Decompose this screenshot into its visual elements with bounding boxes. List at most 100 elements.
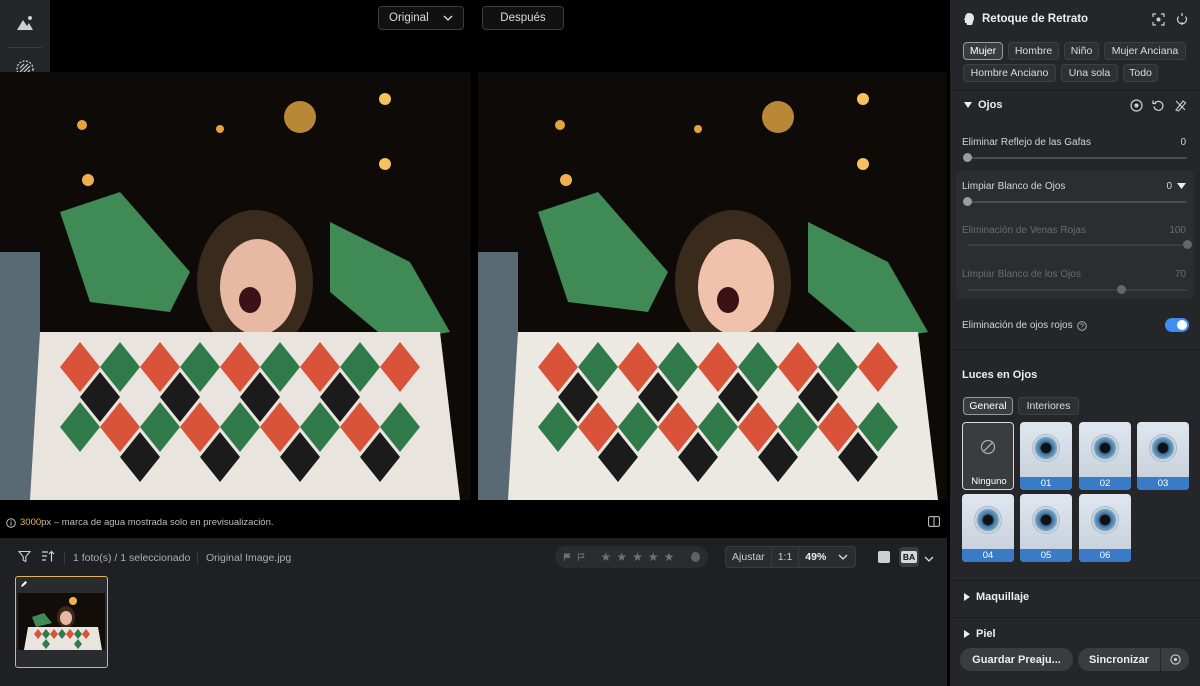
tab-interiores[interactable]: Interiores bbox=[1018, 397, 1079, 415]
eyes-section-header[interactable]: Ojos bbox=[964, 99, 1002, 111]
eye-icon bbox=[1091, 434, 1119, 462]
preset-mujer-anciana[interactable]: Mujer Anciana bbox=[1104, 42, 1186, 60]
ba-label: BA bbox=[900, 551, 918, 563]
makeup-section-title: Maquillaje bbox=[976, 591, 1030, 603]
slider-label: Limpiar Blanco de los Ojos bbox=[962, 269, 1081, 280]
catchlight-04[interactable]: 04 bbox=[962, 494, 1014, 562]
visibility-icon[interactable] bbox=[1130, 99, 1143, 112]
caret-right-icon bbox=[964, 630, 970, 638]
catchlight-06[interactable]: 06 bbox=[1079, 494, 1131, 562]
caret-down-icon[interactable] bbox=[1177, 183, 1186, 189]
after-button[interactable]: Después bbox=[482, 6, 564, 30]
retouch-panel: Retoque de Retrato Mujer Hombre Niño Muj… bbox=[950, 0, 1200, 686]
star-4[interactable]: ★ bbox=[648, 550, 659, 564]
preset-todo[interactable]: Todo bbox=[1123, 64, 1158, 82]
file-name: Original Image.jpg bbox=[206, 552, 292, 564]
reset-panel-icon[interactable] bbox=[1176, 12, 1188, 26]
photo-thumbnail[interactable] bbox=[15, 576, 108, 668]
zoom-controls: Ajustar 1:1 49% bbox=[725, 546, 856, 568]
fit-button[interactable]: Ajustar bbox=[726, 551, 771, 563]
preset-mujer[interactable]: Mujer bbox=[963, 42, 1003, 60]
star-3[interactable]: ★ bbox=[632, 550, 643, 564]
face-detect-icon[interactable] bbox=[1152, 13, 1165, 26]
catchlight-01[interactable]: 01 bbox=[1020, 422, 1072, 490]
slider-label: Eliminación de Venas Rojas bbox=[962, 225, 1086, 236]
slider-value: 100 bbox=[1169, 225, 1186, 236]
retouched-photo[interactable] bbox=[478, 72, 947, 500]
single-view-icon[interactable] bbox=[878, 551, 890, 563]
slider-label: Limpiar Blanco de Ojos bbox=[962, 181, 1066, 192]
sync-label: Sincronizar bbox=[1089, 653, 1149, 666]
sync-button[interactable]: Sincronizar bbox=[1078, 648, 1189, 671]
filter-icon[interactable] bbox=[17, 550, 32, 566]
slider-label: Eliminar Reflejo de las Gafas bbox=[962, 137, 1091, 148]
star-5[interactable]: ★ bbox=[664, 550, 675, 564]
skin-section-header[interactable]: Piel bbox=[964, 628, 996, 638]
compare-bar: Original Después bbox=[378, 6, 564, 30]
slider-value: 70 bbox=[1174, 269, 1186, 280]
filmstrip-panel: 1 foto(s) / 1 seleccionado Original Imag… bbox=[0, 538, 947, 686]
slider-knob[interactable] bbox=[962, 153, 972, 162]
watermark-notice: 3000px – marca de agua mostrada solo en … bbox=[6, 517, 274, 528]
star-2[interactable]: ★ bbox=[616, 550, 627, 564]
preset-hombre-anciano[interactable]: Hombre Anciano bbox=[963, 64, 1056, 82]
color-label-dot[interactable] bbox=[691, 552, 700, 562]
info-icon bbox=[6, 517, 16, 528]
star-1[interactable]: ★ bbox=[601, 550, 612, 564]
reset-icon[interactable] bbox=[1152, 99, 1165, 112]
preset-hombre[interactable]: Hombre bbox=[1008, 42, 1059, 60]
rating-bar: ★ ★ ★ ★ ★ bbox=[555, 546, 708, 568]
glasses-glare-slider[interactable] bbox=[962, 153, 1187, 162]
after-label: Después bbox=[500, 12, 546, 24]
preset-una-sola[interactable]: Una sola bbox=[1061, 64, 1118, 82]
save-preset-button[interactable]: Guardar Preaju... bbox=[960, 648, 1073, 671]
watermark-message: – marca de agua mostrada solo en previsu… bbox=[51, 517, 274, 528]
rail-divider bbox=[8, 47, 42, 48]
original-dropdown[interactable]: Original bbox=[378, 6, 464, 30]
tab-general[interactable]: General bbox=[963, 397, 1013, 415]
redeye-row: Eliminación de ojos rojos ? bbox=[962, 320, 1087, 331]
zoom-value[interactable]: 49% bbox=[799, 551, 832, 563]
edited-pencil-icon bbox=[21, 581, 27, 587]
preset-nino[interactable]: Niño bbox=[1064, 42, 1099, 60]
toolbar-divider bbox=[64, 552, 65, 564]
skin-section-title: Piel bbox=[976, 628, 996, 638]
chevron-down-icon[interactable] bbox=[924, 553, 934, 565]
caret-right-icon bbox=[964, 593, 970, 601]
sort-icon[interactable] bbox=[41, 550, 55, 566]
divider bbox=[950, 349, 1200, 350]
sync-settings-icon[interactable] bbox=[1161, 654, 1189, 665]
catchlight-02[interactable]: 02 bbox=[1079, 422, 1131, 490]
slider-knob[interactable] bbox=[1182, 240, 1192, 249]
catchlight-05[interactable]: 05 bbox=[1020, 494, 1072, 562]
makeup-section-header[interactable]: Maquillaje bbox=[964, 591, 1029, 603]
caret-down-icon bbox=[964, 102, 972, 108]
eye-icon bbox=[1032, 434, 1060, 462]
red-veins-slider[interactable] bbox=[967, 240, 1192, 249]
catchlight-none[interactable]: Ninguno bbox=[962, 422, 1014, 490]
chevron-down-icon[interactable] bbox=[838, 554, 848, 560]
eraser-icon[interactable] bbox=[1174, 99, 1187, 112]
eye-icon bbox=[974, 506, 1002, 534]
watermark-px-value: 3000 bbox=[20, 517, 42, 528]
watermark-px-unit: px bbox=[41, 517, 52, 528]
eye-whites-amount-slider[interactable] bbox=[967, 285, 1187, 294]
clean-eye-whites-slider[interactable] bbox=[962, 197, 1187, 206]
original-photo[interactable] bbox=[0, 72, 471, 500]
flag-icon[interactable] bbox=[563, 552, 572, 562]
slider-knob[interactable] bbox=[962, 197, 972, 206]
reject-flag-icon[interactable] bbox=[577, 552, 586, 562]
panel-title: Retoque de Retrato bbox=[982, 13, 1089, 25]
face-icon bbox=[964, 13, 974, 25]
before-after-toggle[interactable]: BA bbox=[899, 547, 919, 567]
eye-icon bbox=[1149, 434, 1177, 462]
catchlight-03[interactable]: 03 bbox=[1137, 422, 1189, 490]
redeye-toggle[interactable] bbox=[1165, 318, 1189, 332]
ai-retouch-icon[interactable] bbox=[12, 10, 38, 36]
split-view-icon[interactable] bbox=[928, 516, 940, 530]
app-window: Original Después 3000px – marca de agua … bbox=[0, 0, 1200, 686]
slider-knob[interactable] bbox=[1116, 285, 1126, 294]
tile-caption: Ninguno bbox=[971, 476, 1007, 487]
help-icon[interactable]: ? bbox=[1076, 320, 1087, 331]
one-to-one-button[interactable]: 1:1 bbox=[772, 551, 799, 563]
